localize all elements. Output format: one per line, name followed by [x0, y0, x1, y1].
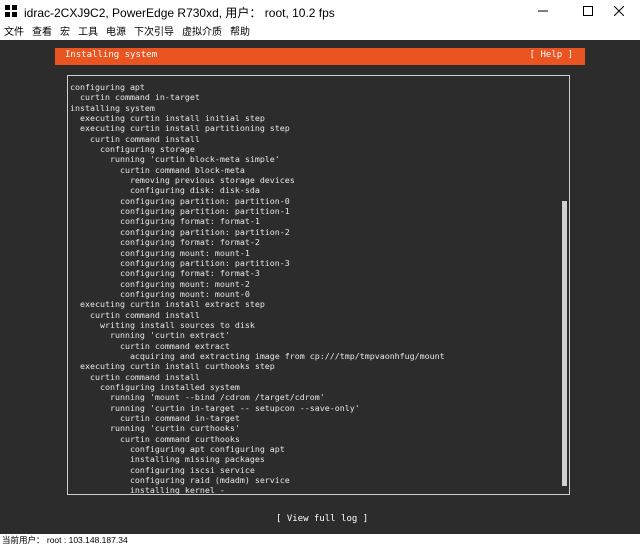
install-log-box: configuring apt curtin command in-target…	[67, 75, 570, 495]
view-full-log-button[interactable]: [ View full log ]	[276, 514, 368, 524]
log-line: configuring format: format-2	[70, 237, 260, 248]
log-line: curtin command extract	[70, 340, 230, 351]
install-log: configuring apt curtin command in-target…	[70, 82, 559, 495]
menu-virtual-media[interactable]: 虚拟介质	[182, 23, 222, 38]
log-line: running 'curtin block-meta simple'	[70, 154, 280, 165]
log-line: configuring mount: mount-2	[70, 278, 250, 289]
window-titlebar: idrac-2CXJ9C2, PowerEdge R730xd, 用户： roo…	[0, 0, 640, 22]
status-bar: 当前用户： root : 103.148.187.34	[0, 534, 640, 545]
log-line: configuring partition: partition-1	[70, 206, 290, 217]
log-line: curtin command curthooks	[70, 433, 240, 444]
log-line: acquiring and extracting image from cp:/…	[70, 350, 445, 361]
log-line: curtin command block-meta	[70, 164, 245, 175]
close-icon	[614, 6, 624, 16]
menu-bar: 文件 查看 宏 工具 电源 下次引导 虚拟介质 帮助	[0, 22, 640, 39]
log-line: installing missing packages	[70, 454, 265, 465]
menu-power[interactable]: 电源	[106, 23, 126, 38]
log-line: configuring apt configuring apt	[70, 444, 285, 455]
menu-view[interactable]: 查看	[32, 23, 52, 38]
log-line: executing curtin install partitioning st…	[70, 123, 290, 134]
log-line: configuring apt	[70, 82, 145, 92]
installer-header: Installing system [ Help ]	[55, 48, 585, 65]
log-line: executing curtin install curthooks step	[70, 361, 275, 372]
log-line: removing previous storage devices	[70, 175, 295, 186]
log-line: configuring partition: partition-2	[70, 226, 290, 237]
log-line: running 'curtin in-target -- setupcon --…	[70, 402, 360, 413]
log-line: installing kernel -	[70, 485, 225, 495]
log-line: configuring format: format-3	[70, 268, 260, 279]
log-line: configuring mount: mount-0	[70, 288, 250, 299]
log-line: running 'mount --bind /cdrom /target/cdr…	[70, 392, 325, 403]
status-text: 当前用户： root : 103.148.187.34	[2, 535, 128, 545]
log-line: curtin command install	[70, 309, 200, 320]
menu-file[interactable]: 文件	[4, 23, 24, 38]
log-line: executing curtin install initial step	[70, 113, 265, 124]
log-line: configuring mount: mount-1	[70, 247, 250, 258]
help-button[interactable]: [ Help ]	[530, 50, 573, 60]
remote-console[interactable]: Installing system [ Help ] configuring a…	[0, 40, 640, 534]
log-line: configuring raid (mdadm) service	[70, 475, 290, 486]
log-line: configuring partition: partition-0	[70, 195, 290, 206]
log-line: running 'curtin curthooks'	[70, 423, 240, 434]
log-line: installing system	[70, 102, 155, 113]
log-line: curtin command in-target	[70, 92, 200, 103]
log-line: writing install sources to disk	[70, 319, 255, 330]
minimize-icon	[538, 10, 548, 12]
log-line: curtin command in-target	[70, 413, 240, 423]
close-button[interactable]	[598, 0, 640, 22]
log-line: configuring iscsi service	[70, 464, 255, 475]
installer-title: Installing system	[65, 50, 158, 60]
log-line: curtin command install	[70, 371, 200, 382]
menu-next-boot[interactable]: 下次引导	[134, 23, 174, 38]
log-line: configuring storage	[70, 144, 195, 155]
menu-macro[interactable]: 宏	[60, 23, 70, 38]
window-title: idrac-2CXJ9C2, PowerEdge R730xd, 用户： roo…	[24, 6, 335, 20]
log-line: configuring partition: partition-3	[70, 257, 290, 268]
log-line: running 'curtin extract'	[70, 330, 230, 341]
log-line: configuring format: format-1	[70, 216, 260, 227]
menu-help[interactable]: 帮助	[230, 23, 250, 38]
log-line: curtin command install	[70, 133, 200, 144]
log-scrollbar[interactable]	[562, 201, 567, 486]
app-icon	[5, 5, 17, 17]
minimize-button[interactable]	[520, 0, 566, 22]
log-line: configuring installed system	[70, 381, 240, 392]
menu-tools[interactable]: 工具	[78, 23, 98, 38]
log-line: configuring disk: disk-sda	[70, 185, 260, 196]
maximize-icon	[583, 6, 593, 16]
log-line: executing curtin install extract step	[70, 299, 265, 310]
